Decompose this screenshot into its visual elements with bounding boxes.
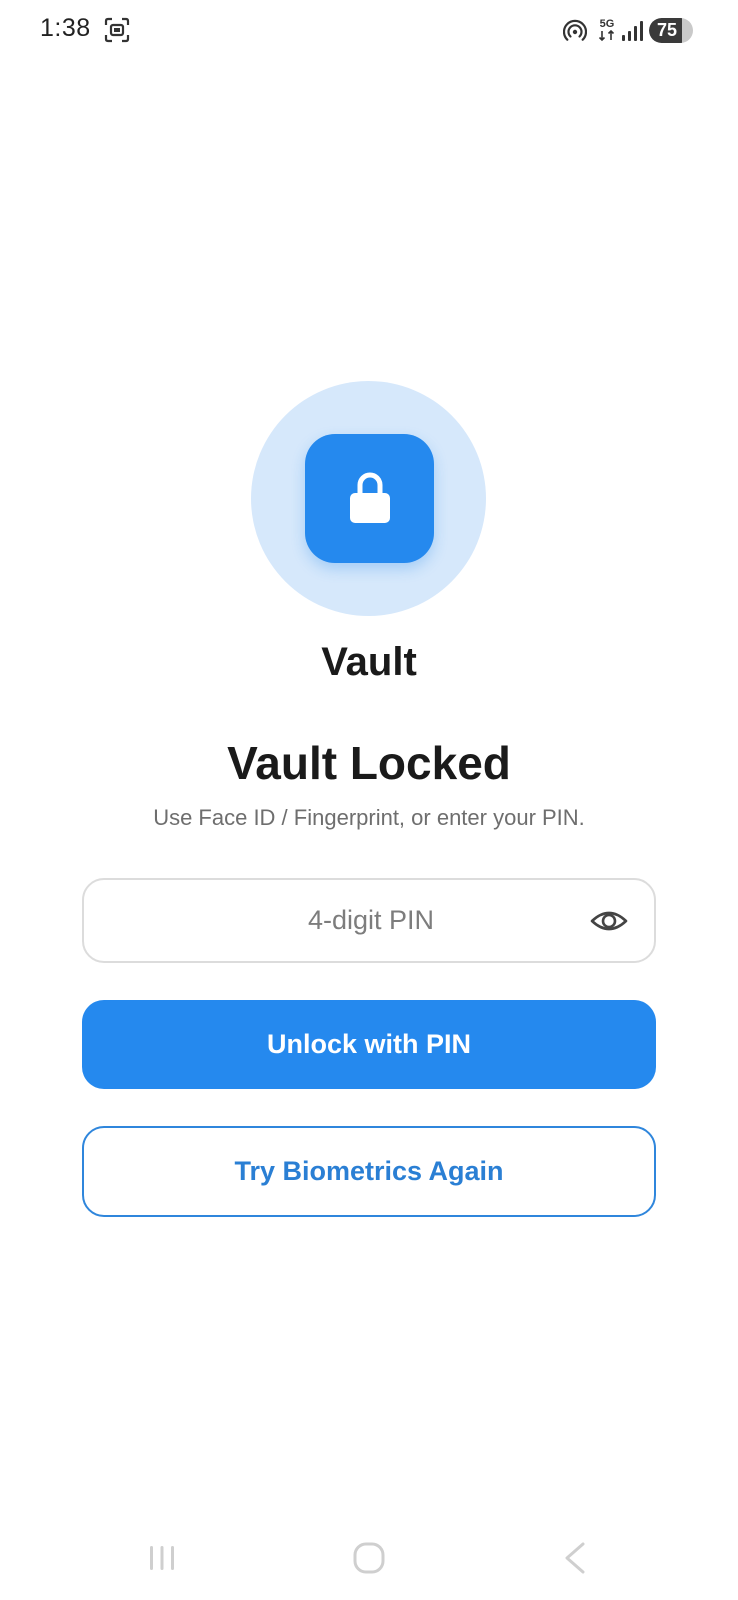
status-time: 1:38: [40, 14, 91, 42]
back-icon[interactable]: [562, 1541, 588, 1575]
try-biometrics-button[interactable]: Try Biometrics Again: [82, 1126, 656, 1217]
status-bar: 1:38 5G 75: [0, 0, 738, 62]
unlock-with-pin-button[interactable]: Unlock with PIN: [82, 1000, 656, 1089]
lock-tile: [305, 434, 434, 563]
hotspot-icon: [563, 19, 587, 41]
recents-icon[interactable]: [147, 1543, 177, 1573]
battery-level: 75: [656, 20, 678, 40]
home-icon[interactable]: [352, 1541, 386, 1575]
lock-icon: [350, 472, 390, 523]
eye-icon[interactable]: [590, 904, 628, 938]
screenshot-icon: [104, 17, 130, 43]
vault-lock-screen: 1:38 5G 75 Vault Vault Locked Use Face I…: [0, 0, 738, 1600]
network-label: 5G: [600, 18, 615, 30]
battery-icon: 75: [649, 18, 693, 43]
network-5g-icon: 5G: [598, 18, 615, 42]
signal-icon: [622, 21, 643, 41]
pin-field: [82, 878, 658, 963]
pin-input[interactable]: [84, 880, 658, 961]
page-title: Vault Locked: [227, 737, 511, 789]
app-name: Vault: [321, 640, 417, 684]
page-subtitle: Use Face ID / Fingerprint, or enter your…: [153, 805, 585, 830]
